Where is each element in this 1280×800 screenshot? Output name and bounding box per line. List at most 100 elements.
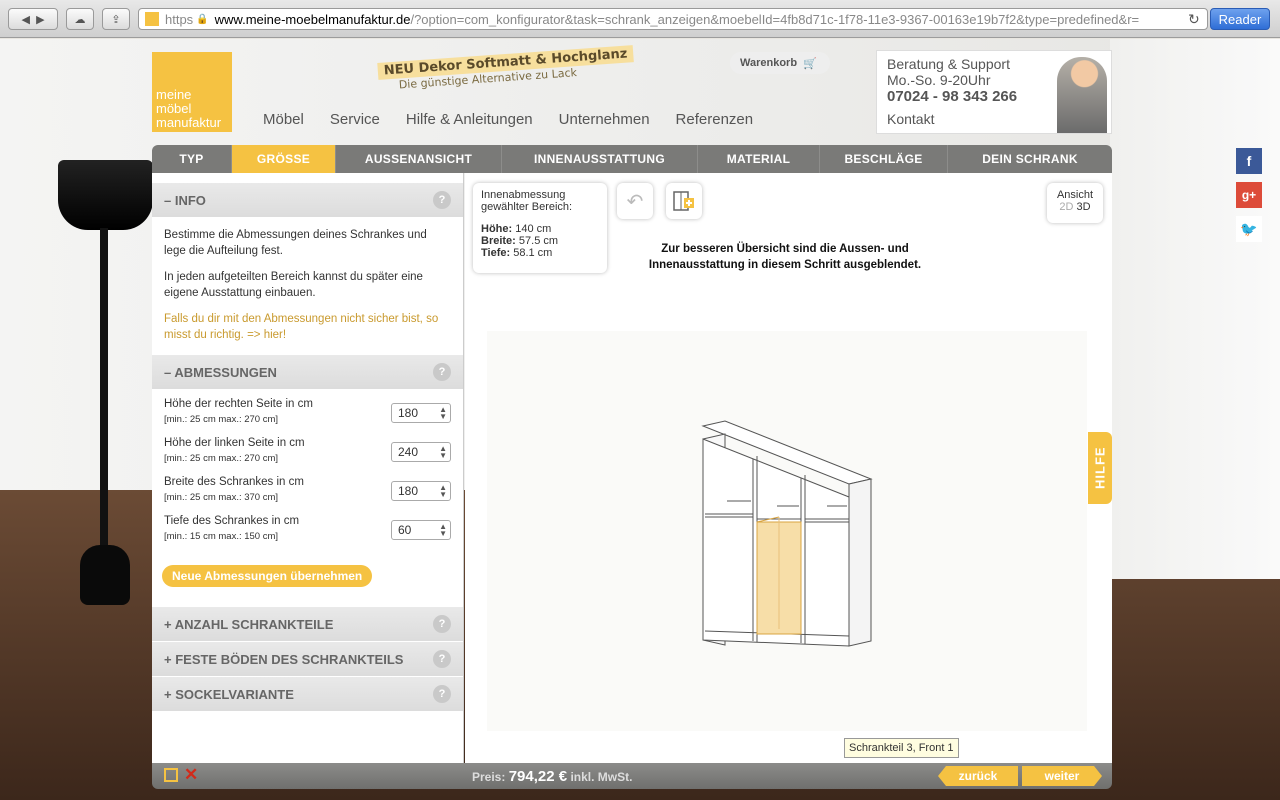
step-tab-dein-schrank[interactable]: DEIN SCHRANK	[948, 145, 1112, 173]
view-label: Ansicht	[1056, 189, 1094, 201]
apply-dimensions-button[interactable]: Neue Abmessungen übernehmen	[162, 565, 373, 587]
dimension-row: Breite des Schrankes in cm [min.: 25 cm m…	[152, 475, 463, 505]
dimension-range: [min.: 25 cm max.: 270 cm]	[164, 414, 279, 425]
logo-line: meine	[156, 87, 192, 102]
section-title: + SOCKELVARIANTE	[164, 686, 294, 702]
info-text: In jeden aufgeteilten Bereich kannst du …	[164, 271, 423, 299]
dimbox-title: Innenabmessung gewählter Bereich:	[481, 189, 573, 213]
step-tab-typ[interactable]: TYP	[152, 145, 232, 173]
dimension-label: Tiefe des Schrankes in cm	[164, 515, 300, 527]
next-button[interactable]: weiter	[1022, 766, 1102, 786]
step-tab-innenausstattung[interactable]: INNENAUSSTATTUNG	[502, 145, 698, 173]
measure-hint-link[interactable]: Falls du dir mit den Abmessungen nicht s…	[152, 311, 463, 343]
input-value: 180	[398, 484, 419, 498]
width-value: 57.5 cm	[518, 235, 559, 247]
nav-item-unternehmen[interactable]: Unternehmen	[559, 111, 650, 128]
depth-label: Tiefe:	[481, 247, 511, 259]
save-icon[interactable]	[164, 768, 178, 782]
twitter-button[interactable]: 🐦	[1236, 216, 1262, 242]
url-scheme: https	[165, 11, 194, 27]
add-division-icon	[673, 191, 694, 211]
cart-label: Warenkorb	[740, 57, 798, 69]
share-button[interactable]: ⇪	[102, 8, 130, 30]
help-icon[interactable]: ?	[433, 650, 451, 668]
step-tab-beschlaege[interactable]: BESCHLÄGE	[820, 145, 948, 173]
reader-button[interactable]: Reader	[1210, 8, 1270, 30]
dimension-row: Höhe der rechten Seite in cm [min.: 25 cm…	[152, 397, 463, 427]
forward-icon[interactable]: ▶	[36, 13, 44, 26]
hidden-equipment-notice: Zur besseren Übersicht sind die Aussen- …	[648, 243, 922, 271]
share-icon: ⇪	[111, 13, 121, 26]
step-tab-material[interactable]: MATERIAL	[698, 145, 820, 173]
address-bar[interactable]: https 🔒 www.meine-moebelmanufaktur.de /?…	[138, 8, 1208, 30]
dimension-row: Höhe der linken Seite in cm [min.: 25 cm …	[152, 436, 463, 466]
facebook-button[interactable]: f	[1236, 148, 1262, 174]
help-tab[interactable]: HILFE	[1088, 432, 1112, 504]
cart-button[interactable]: Warenkorb 🛒	[730, 52, 830, 74]
stepper-icon[interactable]: ▲ ▼	[439, 523, 447, 538]
stepper-icon[interactable]: ▲ ▼	[439, 406, 447, 421]
section-abmessungen-header[interactable]: – ABMESSUNGEN ?	[152, 355, 463, 389]
dimension-range: [min.: 25 cm max.: 370 cm]	[164, 492, 279, 503]
back-icon[interactable]: ◀	[21, 13, 29, 26]
stepper-icon[interactable]: ▲ ▼	[439, 445, 447, 460]
nav-item-referenzen[interactable]: Referenzen	[676, 111, 754, 128]
delete-icon[interactable]: ✕	[184, 765, 198, 785]
twitter-icon: 🐦	[1240, 220, 1258, 237]
add-division-button[interactable]	[666, 183, 702, 219]
dimension-range: [min.: 15 cm max.: 150 cm]	[164, 531, 279, 542]
section-feste-boeden-header[interactable]: + FESTE BÖDEN DES SCHRANKTEILS ?	[152, 642, 463, 676]
section-tooltip: Schrankteil 3, Front 1	[844, 738, 959, 758]
reload-icon[interactable]: ↻	[1188, 11, 1200, 28]
nav-item-hilfe[interactable]: Hilfe & Anleitungen	[406, 111, 533, 128]
undo-button[interactable]: ↶	[617, 183, 653, 219]
lamp-base-decoration	[80, 545, 130, 605]
site-logo[interactable]: meine möbel manufaktur	[152, 52, 232, 132]
wardrobe-model[interactable]	[487, 331, 1087, 731]
googleplus-button[interactable]: g+	[1236, 182, 1262, 208]
cart-icon: 🛒	[803, 57, 817, 70]
help-icon[interactable]: ?	[433, 191, 451, 209]
depth-input[interactable]: 60 ▲ ▼	[391, 520, 451, 540]
url-path: /?option=com_konfigurator&task=schrank_a…	[410, 11, 1140, 27]
step-tab-aussenansicht[interactable]: AUSSENANSICHT	[336, 145, 502, 173]
height-right-input[interactable]: 180 ▲ ▼	[391, 403, 451, 423]
dimension-label: Höhe der linken Seite in cm	[164, 437, 305, 449]
view-3d-button[interactable]: 3D	[1077, 201, 1091, 213]
view-2d-button[interactable]: 2D	[1059, 201, 1073, 213]
info-text: Bestimme die Abmessungen deines Schranke…	[164, 229, 427, 257]
back-forward-buttons[interactable]: ◀ ▶	[8, 8, 58, 30]
help-icon[interactable]: ?	[433, 363, 451, 381]
configurator-view: Innenabmessung gewählter Bereich: Höhe: …	[465, 173, 1112, 763]
section-anzahl-header[interactable]: + ANZAHL SCHRANKTEILE ?	[152, 607, 463, 641]
configurator-steps: TYP GRÖSSE AUSSENANSICHT INNENAUSSTATTUN…	[152, 145, 1112, 173]
section-title: + ANZAHL SCHRANKTEILE	[164, 616, 334, 632]
section-info-header[interactable]: – INFO ?	[152, 183, 463, 217]
cloud-icon: ☁	[74, 13, 86, 26]
lamp-pole-decoration	[100, 228, 108, 558]
width-input[interactable]: 180 ▲ ▼	[391, 481, 451, 501]
height-left-input[interactable]: 240 ▲ ▼	[391, 442, 451, 462]
nav-item-moebel[interactable]: Möbel	[263, 111, 304, 128]
stepper-icon[interactable]: ▲ ▼	[439, 484, 447, 499]
support-person-image	[1057, 57, 1107, 133]
step-tab-groesse[interactable]: GRÖSSE	[232, 145, 336, 173]
icloud-tabs-button[interactable]: ☁	[66, 8, 94, 30]
wardrobe-3d-canvas[interactable]: Schrankteil 3, Front 1	[487, 331, 1087, 758]
googleplus-icon: g+	[1241, 188, 1257, 202]
lock-icon: 🔒	[196, 13, 209, 25]
input-value: 60	[398, 523, 412, 537]
help-icon[interactable]: ?	[433, 615, 451, 633]
dimension-range: [min.: 25 cm max.: 270 cm]	[164, 453, 279, 464]
section-sockel-header[interactable]: + SOCKELVARIANTE ?	[152, 677, 463, 711]
help-icon[interactable]: ?	[433, 685, 451, 703]
undo-icon: ↶	[626, 190, 644, 213]
back-button[interactable]: zurück	[938, 766, 1018, 786]
left-panel: – INFO ? Bestimme die Abmessungen deines…	[152, 173, 464, 763]
section-title: – INFO	[164, 192, 206, 208]
dimension-row: Tiefe des Schrankes in cm [min.: 15 cm ma…	[152, 514, 463, 544]
nav-item-service[interactable]: Service	[330, 111, 380, 128]
price-value: 794,22 €	[508, 768, 568, 785]
favicon-icon	[145, 12, 159, 26]
inner-dimensions-box: Innenabmessung gewählter Bereich: Höhe: …	[473, 183, 607, 273]
